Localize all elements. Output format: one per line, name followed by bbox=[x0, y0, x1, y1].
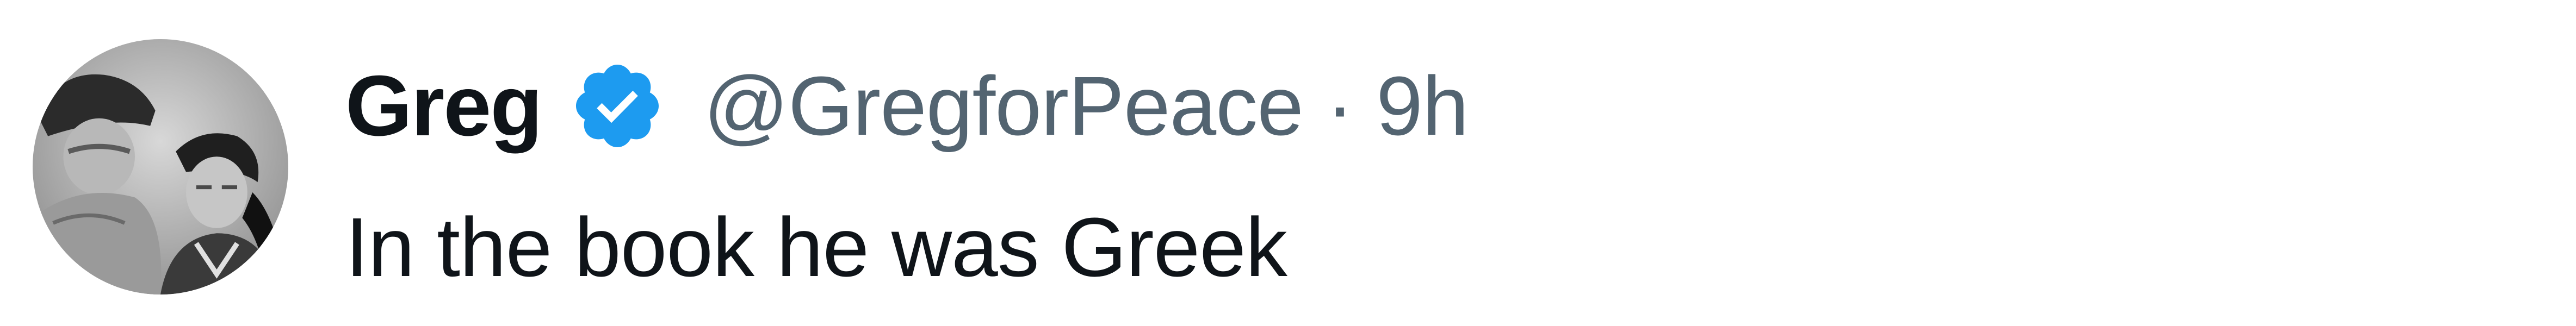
tweet[interactable]: Greg @GregforPeace · 9h In the book he w… bbox=[0, 0, 2576, 326]
tweet-text: In the book he was Greek bbox=[345, 200, 1287, 294]
separator-dot: · bbox=[1326, 59, 1354, 153]
user-handle[interactable]: @GregforPeace bbox=[704, 58, 1304, 154]
verified-badge-icon[interactable] bbox=[569, 58, 666, 154]
display-name[interactable]: Greg bbox=[345, 57, 543, 155]
tweet-header: Greg @GregforPeace · 9h bbox=[345, 54, 1469, 158]
timestamp[interactable]: 9h bbox=[1376, 58, 1469, 154]
profile-photo bbox=[33, 39, 288, 294]
avatar[interactable] bbox=[33, 39, 288, 294]
